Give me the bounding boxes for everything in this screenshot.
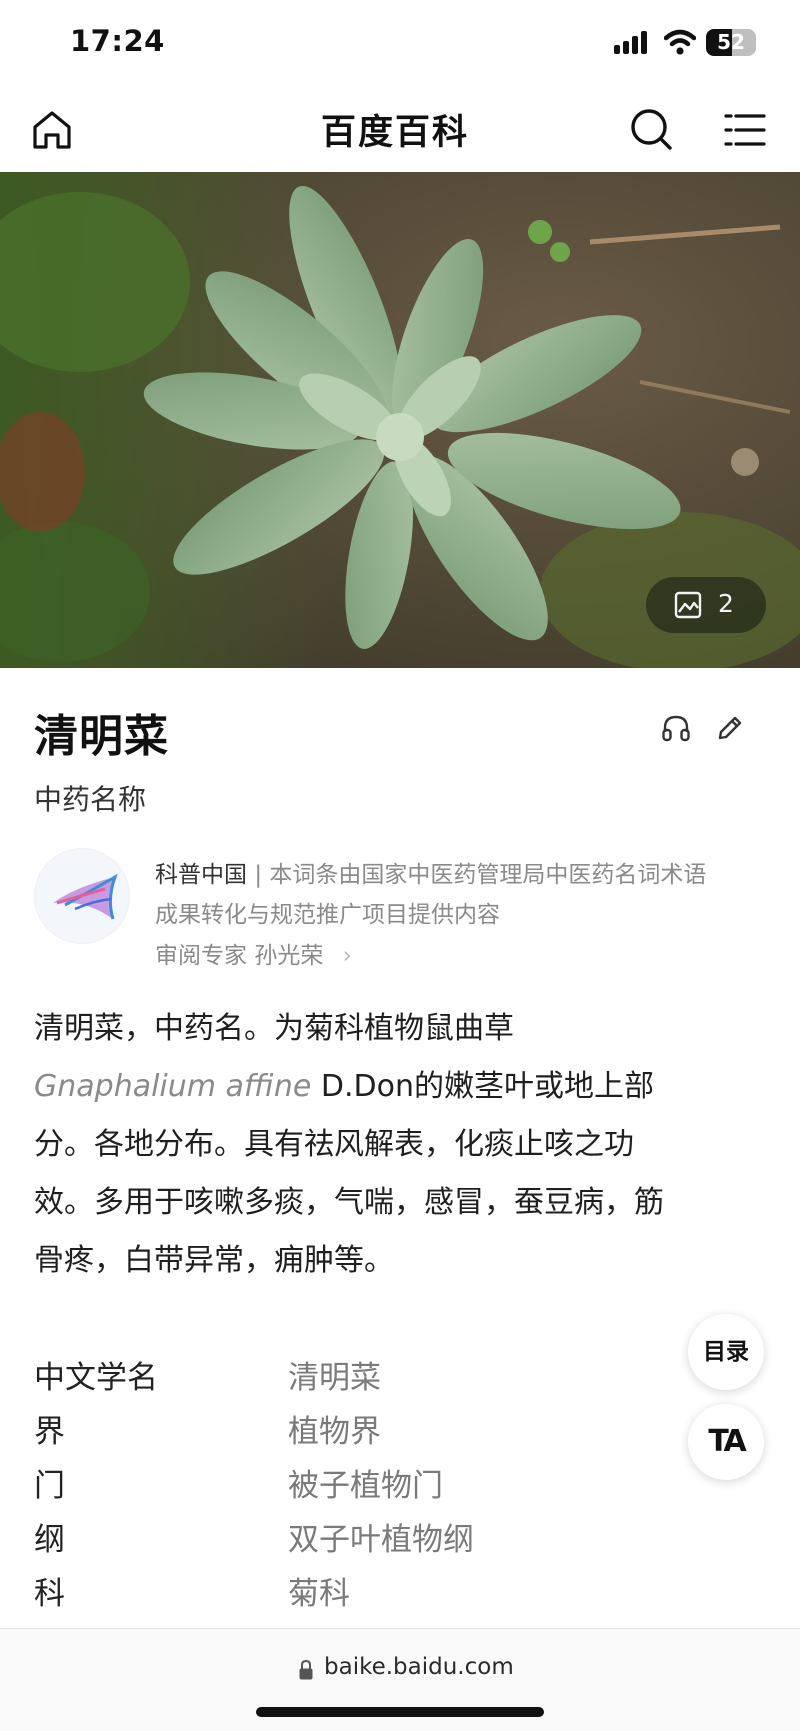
gallery-icon <box>674 591 702 619</box>
reviewer-link[interactable]: 审阅专家 孙光荣 › <box>155 936 352 970</box>
info-row: 科 菊科 <box>34 1568 634 1612</box>
photo-count-badge[interactable]: 2 <box>646 577 766 633</box>
info-label: 门 <box>34 1468 65 1504</box>
summary-line: 清明菜，中药名。为菊科植物鼠曲草 <box>34 1011 514 1046</box>
ta-button[interactable]: TA <box>688 1404 764 1480</box>
battery-level: 52 <box>717 30 745 54</box>
ta-label: TA <box>708 1424 746 1459</box>
entry-subtitle: 中药名称 <box>34 783 147 816</box>
summary-line: 骨疼，白带异常，痈肿等。 <box>34 1243 394 1278</box>
menu-icon[interactable] <box>722 106 770 154</box>
home-indicator[interactable] <box>256 1707 544 1717</box>
info-row: 纲 双子叶植物纲 <box>34 1514 634 1558</box>
source-separator: | <box>254 862 263 888</box>
search-icon[interactable] <box>628 106 676 154</box>
info-label: 科 <box>34 1576 65 1612</box>
source-logo[interactable] <box>34 848 130 944</box>
summary-line: Gnaphalium affine D.Don的嫩茎叶或地上部 <box>34 1061 774 1105</box>
status-time: 17:24 <box>70 24 165 58</box>
battery-icon: 52 <box>706 29 756 56</box>
pencil-icon[interactable] <box>714 712 746 744</box>
url-text[interactable]: baike.baidu.com <box>324 1654 514 1680</box>
headphones-icon[interactable] <box>660 712 692 744</box>
source-description-continued: 成果转化与规范推广项目提供内容 <box>155 902 500 928</box>
info-value: 菊科 <box>288 1576 350 1612</box>
chevron-right-icon: › <box>342 943 352 969</box>
nav-bar: 百度百科 <box>0 88 800 172</box>
info-row: 中文学名 清明菜 <box>34 1352 634 1396</box>
info-label: 界 <box>34 1414 65 1450</box>
toc-label: 目录 <box>703 1339 749 1365</box>
summary-line: 效。多用于咳嗽多痰，气喘，感冒，蚕豆病，筋 <box>34 1185 664 1220</box>
wifi-icon <box>664 29 696 55</box>
info-value: 清明菜 <box>288 1360 381 1396</box>
summary-text: D.Don的嫩茎叶或地上部 <box>311 1069 655 1104</box>
table-of-contents-button[interactable]: 目录 <box>688 1314 764 1390</box>
source-name[interactable]: 科普中国 <box>155 862 247 888</box>
lock-icon <box>299 1659 313 1680</box>
info-value: 双子叶植物纲 <box>288 1522 474 1558</box>
browser-address-bar[interactable]: baike.baidu.com <box>0 1628 800 1731</box>
source-line: 科普中国 | 本词条由国家中医药管理局中医药名词术语 <box>155 855 706 889</box>
cellular-signal-icon <box>614 30 654 54</box>
info-label: 纲 <box>34 1522 65 1558</box>
info-row: 界 植物界 <box>34 1406 634 1450</box>
info-row: 门 被子植物门 <box>34 1460 634 1504</box>
photo-count: 2 <box>718 589 734 618</box>
entry-title: 清明菜 <box>34 711 169 762</box>
summary-line: 分。各地分布。具有祛风解表，化痰止咳之功 <box>34 1127 634 1162</box>
info-value: 植物界 <box>288 1414 381 1450</box>
latin-name: Gnaphalium affine <box>34 1069 312 1104</box>
info-label: 中文学名 <box>34 1360 158 1396</box>
info-value: 被子植物门 <box>288 1468 443 1504</box>
status-bar: 17:24 52 <box>0 0 800 88</box>
reviewer-label: 审阅专家 <box>155 943 247 969</box>
reviewer-name: 孙光荣 <box>254 943 324 969</box>
source-description: 本词条由国家中医药管理局中医药名词术语 <box>269 862 707 888</box>
